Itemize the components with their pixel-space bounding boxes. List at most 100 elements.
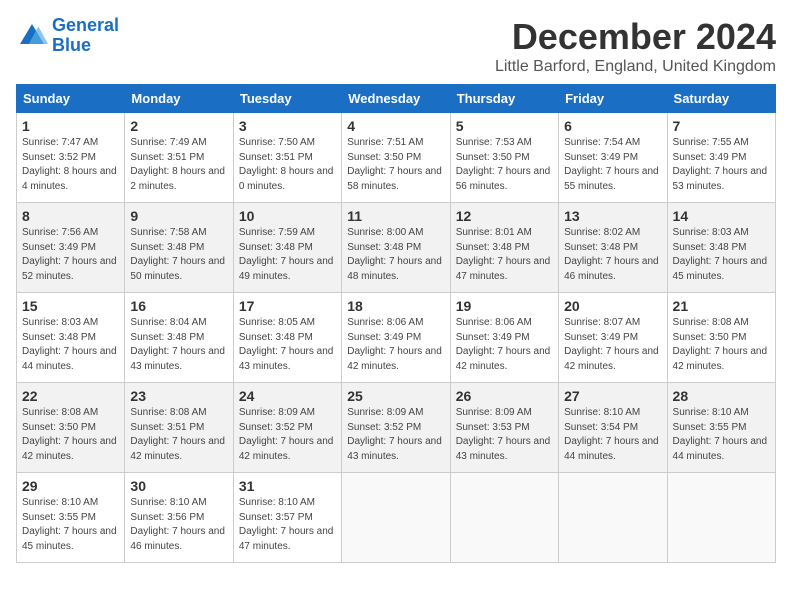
day-info: Sunrise: 7:49 AM Sunset: 3:51 PM Dayligh…: [130, 136, 227, 194]
day-info: Sunrise: 8:04 AM Sunset: 3:48 PM Dayligh…: [130, 316, 227, 374]
table-row: 4 Sunrise: 7:51 AM Sunset: 3:50 PM Dayli…: [342, 113, 450, 203]
table-row: 11 Sunrise: 8:00 AM Sunset: 3:48 PM Dayl…: [342, 203, 450, 293]
day-number: 15: [22, 298, 119, 314]
day-info: Sunrise: 8:02 AM Sunset: 3:48 PM Dayligh…: [564, 226, 661, 284]
table-row: 31 Sunrise: 8:10 AM Sunset: 3:57 PM Dayl…: [233, 473, 341, 563]
day-number: 10: [239, 208, 336, 224]
table-row: 17 Sunrise: 8:05 AM Sunset: 3:48 PM Dayl…: [233, 293, 341, 383]
day-info: Sunrise: 8:06 AM Sunset: 3:49 PM Dayligh…: [456, 316, 553, 374]
header: General Blue December 2024 Little Barfor…: [16, 16, 776, 76]
day-number: 30: [130, 478, 227, 494]
weekday-header-row: Sunday Monday Tuesday Wednesday Thursday…: [17, 85, 776, 113]
day-info: Sunrise: 8:10 AM Sunset: 3:55 PM Dayligh…: [673, 406, 770, 464]
day-number: 6: [564, 118, 661, 134]
day-number: 20: [564, 298, 661, 314]
day-number: 3: [239, 118, 336, 134]
table-row: 3 Sunrise: 7:50 AM Sunset: 3:51 PM Dayli…: [233, 113, 341, 203]
table-row: 1 Sunrise: 7:47 AM Sunset: 3:52 PM Dayli…: [17, 113, 125, 203]
day-number: 16: [130, 298, 227, 314]
day-info: Sunrise: 8:09 AM Sunset: 3:53 PM Dayligh…: [456, 406, 553, 464]
day-number: 17: [239, 298, 336, 314]
logo-blue: Blue: [52, 35, 91, 55]
day-info: Sunrise: 7:47 AM Sunset: 3:52 PM Dayligh…: [22, 136, 119, 194]
day-number: 18: [347, 298, 444, 314]
calendar-week-row: 1 Sunrise: 7:47 AM Sunset: 3:52 PM Dayli…: [17, 113, 776, 203]
day-info: Sunrise: 7:59 AM Sunset: 3:48 PM Dayligh…: [239, 226, 336, 284]
day-info: Sunrise: 7:53 AM Sunset: 3:50 PM Dayligh…: [456, 136, 553, 194]
table-row: 10 Sunrise: 7:59 AM Sunset: 3:48 PM Dayl…: [233, 203, 341, 293]
table-row: 2 Sunrise: 7:49 AM Sunset: 3:51 PM Dayli…: [125, 113, 233, 203]
table-row: 6 Sunrise: 7:54 AM Sunset: 3:49 PM Dayli…: [559, 113, 667, 203]
table-row: 7 Sunrise: 7:55 AM Sunset: 3:49 PM Dayli…: [667, 113, 775, 203]
table-row: 29 Sunrise: 8:10 AM Sunset: 3:55 PM Dayl…: [17, 473, 125, 563]
day-info: Sunrise: 8:05 AM Sunset: 3:48 PM Dayligh…: [239, 316, 336, 374]
table-row: 21 Sunrise: 8:08 AM Sunset: 3:50 PM Dayl…: [667, 293, 775, 383]
header-saturday: Saturday: [667, 85, 775, 113]
day-number: 2: [130, 118, 227, 134]
day-info: Sunrise: 8:09 AM Sunset: 3:52 PM Dayligh…: [347, 406, 444, 464]
table-row: 23 Sunrise: 8:08 AM Sunset: 3:51 PM Dayl…: [125, 383, 233, 473]
table-row: 15 Sunrise: 8:03 AM Sunset: 3:48 PM Dayl…: [17, 293, 125, 383]
day-number: 28: [673, 388, 770, 404]
day-info: Sunrise: 8:01 AM Sunset: 3:48 PM Dayligh…: [456, 226, 553, 284]
table-row: 12 Sunrise: 8:01 AM Sunset: 3:48 PM Dayl…: [450, 203, 558, 293]
day-info: Sunrise: 8:10 AM Sunset: 3:54 PM Dayligh…: [564, 406, 661, 464]
title-area: December 2024 Little Barford, England, U…: [495, 16, 776, 76]
day-number: 11: [347, 208, 444, 224]
table-row: 27 Sunrise: 8:10 AM Sunset: 3:54 PM Dayl…: [559, 383, 667, 473]
day-number: 14: [673, 208, 770, 224]
header-monday: Monday: [125, 85, 233, 113]
day-number: 29: [22, 478, 119, 494]
table-row: 24 Sunrise: 8:09 AM Sunset: 3:52 PM Dayl…: [233, 383, 341, 473]
day-info: Sunrise: 8:10 AM Sunset: 3:56 PM Dayligh…: [130, 496, 227, 554]
calendar-week-row: 15 Sunrise: 8:03 AM Sunset: 3:48 PM Dayl…: [17, 293, 776, 383]
calendar-week-row: 29 Sunrise: 8:10 AM Sunset: 3:55 PM Dayl…: [17, 473, 776, 563]
day-info: Sunrise: 7:54 AM Sunset: 3:49 PM Dayligh…: [564, 136, 661, 194]
day-number: 21: [673, 298, 770, 314]
day-number: 1: [22, 118, 119, 134]
calendar-week-row: 8 Sunrise: 7:56 AM Sunset: 3:49 PM Dayli…: [17, 203, 776, 293]
day-number: 26: [456, 388, 553, 404]
day-info: Sunrise: 8:06 AM Sunset: 3:49 PM Dayligh…: [347, 316, 444, 374]
calendar-table: Sunday Monday Tuesday Wednesday Thursday…: [16, 84, 776, 563]
day-info: Sunrise: 7:56 AM Sunset: 3:49 PM Dayligh…: [22, 226, 119, 284]
day-info: Sunrise: 8:08 AM Sunset: 3:50 PM Dayligh…: [673, 316, 770, 374]
table-row: 14 Sunrise: 8:03 AM Sunset: 3:48 PM Dayl…: [667, 203, 775, 293]
table-row: [342, 473, 450, 563]
day-info: Sunrise: 7:50 AM Sunset: 3:51 PM Dayligh…: [239, 136, 336, 194]
day-info: Sunrise: 8:00 AM Sunset: 3:48 PM Dayligh…: [347, 226, 444, 284]
logo-general: General: [52, 15, 119, 35]
table-row: 26 Sunrise: 8:09 AM Sunset: 3:53 PM Dayl…: [450, 383, 558, 473]
logo: General Blue: [16, 16, 119, 56]
day-number: 5: [456, 118, 553, 134]
day-info: Sunrise: 8:03 AM Sunset: 3:48 PM Dayligh…: [22, 316, 119, 374]
day-number: 13: [564, 208, 661, 224]
day-number: 9: [130, 208, 227, 224]
calendar-subtitle: Little Barford, England, United Kingdom: [495, 58, 776, 76]
calendar-week-row: 22 Sunrise: 8:08 AM Sunset: 3:50 PM Dayl…: [17, 383, 776, 473]
day-info: Sunrise: 7:51 AM Sunset: 3:50 PM Dayligh…: [347, 136, 444, 194]
day-number: 22: [22, 388, 119, 404]
table-row: 8 Sunrise: 7:56 AM Sunset: 3:49 PM Dayli…: [17, 203, 125, 293]
table-row: 28 Sunrise: 8:10 AM Sunset: 3:55 PM Dayl…: [667, 383, 775, 473]
table-row: 5 Sunrise: 7:53 AM Sunset: 3:50 PM Dayli…: [450, 113, 558, 203]
day-info: Sunrise: 7:58 AM Sunset: 3:48 PM Dayligh…: [130, 226, 227, 284]
day-info: Sunrise: 8:09 AM Sunset: 3:52 PM Dayligh…: [239, 406, 336, 464]
day-info: Sunrise: 8:03 AM Sunset: 3:48 PM Dayligh…: [673, 226, 770, 284]
table-row: 20 Sunrise: 8:07 AM Sunset: 3:49 PM Dayl…: [559, 293, 667, 383]
table-row: [450, 473, 558, 563]
table-row: 19 Sunrise: 8:06 AM Sunset: 3:49 PM Dayl…: [450, 293, 558, 383]
day-info: Sunrise: 8:08 AM Sunset: 3:51 PM Dayligh…: [130, 406, 227, 464]
day-info: Sunrise: 8:07 AM Sunset: 3:49 PM Dayligh…: [564, 316, 661, 374]
table-row: 30 Sunrise: 8:10 AM Sunset: 3:56 PM Dayl…: [125, 473, 233, 563]
day-info: Sunrise: 8:08 AM Sunset: 3:50 PM Dayligh…: [22, 406, 119, 464]
calendar-title: December 2024: [495, 16, 776, 58]
logo-icon: [16, 20, 48, 52]
day-number: 12: [456, 208, 553, 224]
table-row: 25 Sunrise: 8:09 AM Sunset: 3:52 PM Dayl…: [342, 383, 450, 473]
header-tuesday: Tuesday: [233, 85, 341, 113]
day-number: 4: [347, 118, 444, 134]
logo-text: General Blue: [52, 16, 119, 56]
day-number: 19: [456, 298, 553, 314]
day-number: 25: [347, 388, 444, 404]
